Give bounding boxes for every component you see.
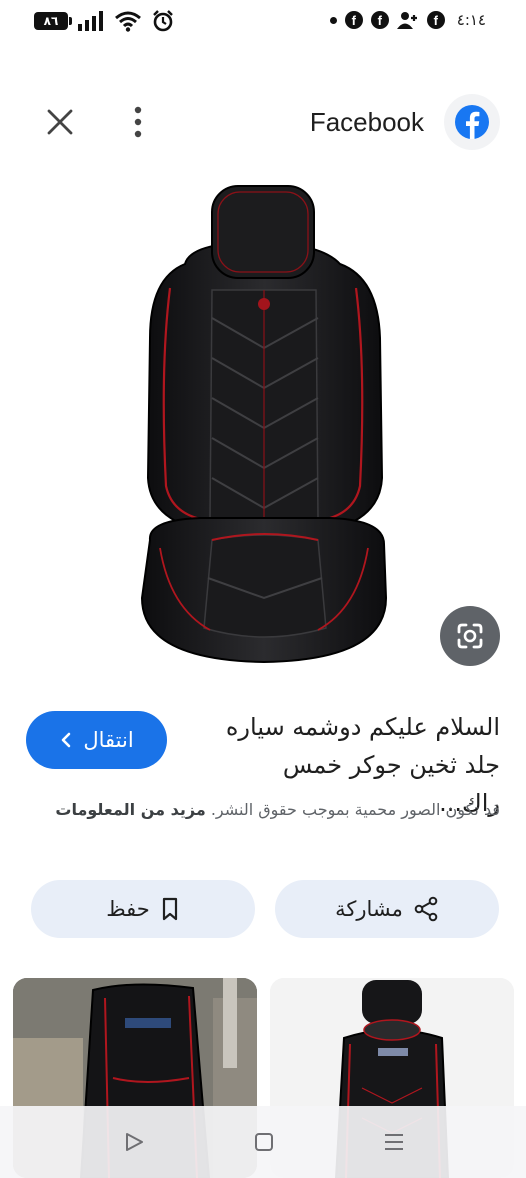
battery-indicator: ٨٦ bbox=[34, 12, 72, 30]
status-bar: ٨٦ f f f ٤:١٤ bbox=[0, 0, 526, 46]
close-button[interactable] bbox=[42, 104, 78, 140]
nav-back-icon[interactable] bbox=[122, 1130, 146, 1154]
chevron-left-icon bbox=[62, 732, 71, 748]
copyright-text: قد تكون الصور محمية بموجب حقوق النشر. bbox=[210, 800, 500, 819]
alarm-icon bbox=[153, 10, 173, 32]
lens-search-button[interactable] bbox=[440, 606, 500, 666]
close-icon bbox=[47, 109, 73, 135]
nav-recent-apps-icon[interactable] bbox=[382, 1130, 406, 1154]
result-image-car-seat[interactable] bbox=[0, 168, 526, 680]
google-lens-icon bbox=[457, 623, 483, 649]
share-label: مشاركة bbox=[335, 897, 403, 921]
share-button[interactable]: مشاركة bbox=[275, 880, 499, 938]
bookmark-icon bbox=[162, 897, 177, 921]
save-button[interactable]: حفظ bbox=[31, 880, 255, 938]
status-icons-right: f f f ٤:١٤ bbox=[329, 11, 486, 29]
facebook-notification-icon: f bbox=[426, 11, 445, 29]
facebook-notification-icon: f bbox=[370, 11, 389, 29]
copyright-notice: قد تكون الصور محمية بموجب حقوق النشر. مز… bbox=[26, 796, 500, 824]
nav-home-icon[interactable] bbox=[252, 1130, 276, 1154]
wifi-icon bbox=[115, 11, 141, 32]
source-site-name[interactable]: Facebook bbox=[310, 104, 424, 140]
notification-dot-icon bbox=[329, 16, 337, 24]
facebook-notification-icon: f bbox=[344, 11, 363, 29]
learn-more-link[interactable]: مزيد من المعلومات bbox=[55, 800, 205, 819]
signal-icon bbox=[78, 11, 103, 31]
share-icon bbox=[414, 896, 438, 922]
save-label: حفظ bbox=[106, 897, 150, 921]
visit-button[interactable]: انتقال bbox=[26, 711, 167, 769]
facebook-logo-icon bbox=[455, 105, 489, 139]
status-icons-left: ٨٦ bbox=[34, 10, 174, 32]
friend-request-icon bbox=[396, 12, 417, 29]
more-vertical-icon bbox=[134, 106, 142, 138]
source-site-logo[interactable] bbox=[444, 94, 500, 150]
clock: ٤:١٤ bbox=[456, 11, 486, 29]
more-options-button[interactable] bbox=[124, 104, 152, 140]
visit-label: انتقال bbox=[83, 728, 134, 752]
